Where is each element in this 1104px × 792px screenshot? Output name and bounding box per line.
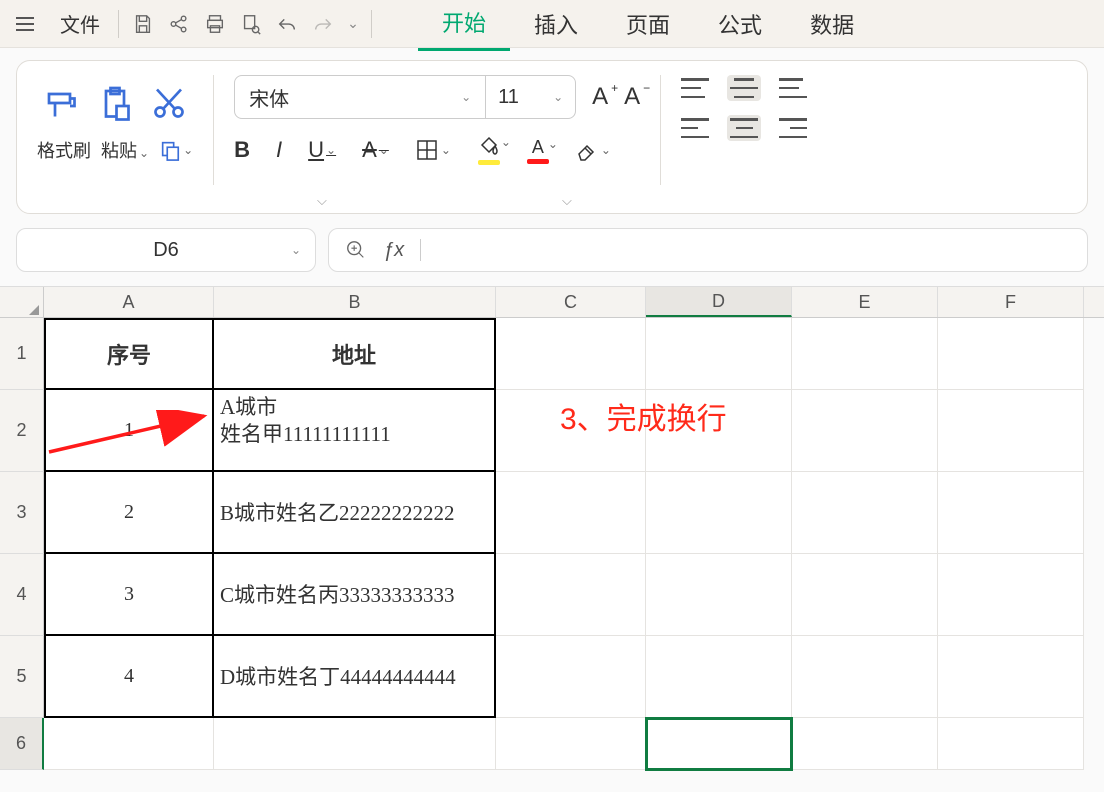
name-box[interactable]: D6⌄ — [16, 228, 316, 272]
cell-D2[interactable] — [646, 390, 792, 472]
row-header[interactable]: 2 — [0, 390, 44, 472]
tab-page[interactable]: 页面 — [602, 0, 694, 50]
bold-button[interactable]: B — [234, 137, 250, 163]
search-in-formula-icon[interactable] — [345, 239, 367, 261]
row-header[interactable]: 3 — [0, 472, 44, 554]
col-header-C[interactable]: C — [496, 287, 646, 317]
cell-B2[interactable]: A城市 姓名甲11111111111 — [214, 390, 496, 472]
increase-font-icon[interactable]: A+ — [592, 83, 608, 111]
paste-label[interactable]: 粘贴⌄ — [101, 137, 149, 163]
cell-C6[interactable] — [496, 718, 646, 770]
align-right-icon[interactable] — [779, 118, 807, 138]
align-middle-icon[interactable] — [727, 75, 761, 101]
cell-D4[interactable] — [646, 554, 792, 636]
separator — [213, 75, 214, 185]
cell-D3[interactable] — [646, 472, 792, 554]
file-menu[interactable]: 文件 — [48, 9, 112, 38]
format-painter-icon[interactable] — [43, 85, 79, 121]
tab-data[interactable]: 数据 — [786, 0, 878, 50]
underline-button[interactable]: U⌄ — [308, 137, 336, 163]
divider — [371, 10, 372, 38]
fx-label: ƒx — [383, 239, 404, 262]
cell-C3[interactable] — [496, 472, 646, 554]
tab-insert[interactable]: 插入 — [510, 0, 602, 50]
align-top-icon[interactable] — [681, 78, 709, 98]
cell-D1[interactable] — [646, 318, 792, 390]
font-size-select[interactable]: 11⌄ — [485, 76, 575, 118]
strikethrough-button[interactable]: A⌄ — [362, 137, 389, 163]
hamburger-menu-icon[interactable] — [16, 12, 40, 36]
cell-C2[interactable] — [496, 390, 646, 472]
cell-F2[interactable] — [938, 390, 1084, 472]
borders-button[interactable]: ⌄ — [415, 138, 451, 162]
decrease-font-icon[interactable]: A− — [624, 83, 640, 111]
row-header[interactable]: 1 — [0, 318, 44, 390]
cell-C5[interactable] — [496, 636, 646, 718]
eraser-button[interactable]: ⌄ — [575, 138, 611, 162]
cell-B1[interactable]: 地址 — [214, 318, 496, 390]
font-color-button[interactable]: A⌄ — [527, 137, 549, 164]
italic-button[interactable]: I — [276, 137, 282, 163]
cell-A3[interactable]: 2 — [44, 472, 214, 554]
cell-E3[interactable] — [792, 472, 938, 554]
col-header-D[interactable]: D — [646, 287, 792, 317]
col-header-B[interactable]: B — [214, 287, 496, 317]
dropdown-chevron-icon[interactable]: ⌄ — [341, 15, 365, 32]
cell-E1[interactable] — [792, 318, 938, 390]
cell-A6[interactable] — [44, 718, 214, 770]
cell-A5[interactable]: 4 — [44, 636, 214, 718]
formula-bar[interactable]: ƒx — [328, 228, 1088, 272]
fill-color-button[interactable]: ⌄ — [477, 135, 501, 165]
cell-C4[interactable] — [496, 554, 646, 636]
font-name-select[interactable]: 宋体⌄ — [235, 76, 485, 118]
cell-F3[interactable] — [938, 472, 1084, 554]
align-bottom-icon[interactable] — [779, 78, 807, 98]
align-center-icon[interactable] — [727, 115, 761, 141]
select-all-corner[interactable] — [0, 287, 44, 317]
print-preview-icon[interactable] — [233, 6, 269, 42]
cell-E6[interactable] — [792, 718, 938, 770]
divider — [118, 10, 119, 38]
cell-B5[interactable]: D城市姓名丁44444444444 — [214, 636, 496, 718]
cell-F1[interactable] — [938, 318, 1084, 390]
col-header-F[interactable]: F — [938, 287, 1084, 317]
share-icon[interactable] — [161, 6, 197, 42]
print-icon[interactable] — [197, 6, 233, 42]
copy-dropdown[interactable]: ⌄ — [159, 139, 193, 161]
cell-F6[interactable] — [938, 718, 1084, 770]
cell-E2[interactable] — [792, 390, 938, 472]
cell-D6[interactable] — [646, 718, 792, 770]
save-icon[interactable] — [125, 6, 161, 42]
cell-A2[interactable]: 1 — [44, 390, 214, 472]
row-header[interactable]: 5 — [0, 636, 44, 718]
cell-B3[interactable]: B城市姓名乙22222222222 — [214, 472, 496, 554]
cell-C1[interactable] — [496, 318, 646, 390]
row-header[interactable]: 4 — [0, 554, 44, 636]
col-header-A[interactable]: A — [44, 287, 214, 317]
row-header[interactable]: 6 — [0, 718, 44, 770]
cell-D5[interactable] — [646, 636, 792, 718]
paste-icon[interactable] — [97, 85, 133, 121]
tab-formula[interactable]: 公式 — [694, 0, 786, 50]
cell-E4[interactable] — [792, 554, 938, 636]
col-header-E[interactable]: E — [792, 287, 938, 317]
format-painter-label[interactable]: 格式刷 — [37, 137, 91, 163]
cell-E5[interactable] — [792, 636, 938, 718]
redo-icon[interactable] — [305, 6, 341, 42]
cell-F4[interactable] — [938, 554, 1084, 636]
cell-A4[interactable]: 3 — [44, 554, 214, 636]
cell-B6[interactable] — [214, 718, 496, 770]
align-left-icon[interactable] — [681, 118, 709, 138]
undo-icon[interactable] — [269, 6, 305, 42]
separator — [660, 75, 661, 185]
tab-start[interactable]: 开始 — [418, 0, 510, 51]
cell-F5[interactable] — [938, 636, 1084, 718]
cut-icon[interactable] — [151, 85, 187, 121]
cell-A1[interactable]: 序号 — [44, 318, 214, 390]
cell-B4[interactable]: C城市姓名丙33333333333 — [214, 554, 496, 636]
